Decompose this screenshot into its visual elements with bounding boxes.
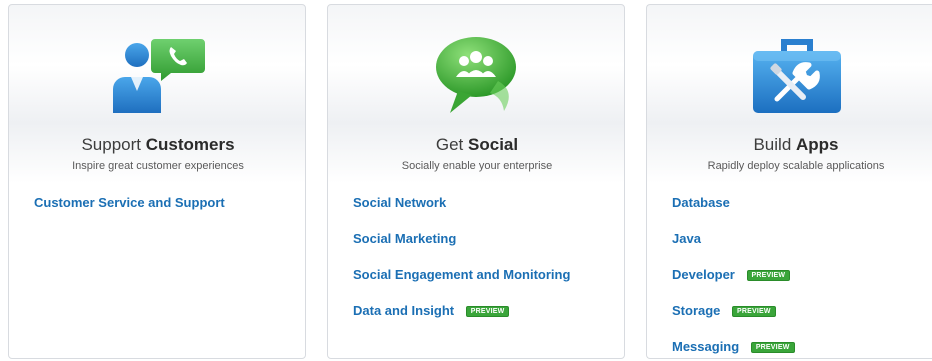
link-storage[interactable]: Storage PREVIEW xyxy=(672,303,776,318)
preview-badge: PREVIEW xyxy=(746,270,791,281)
preview-badge: PREVIEW xyxy=(465,306,510,317)
link-data-insight[interactable]: Data and Insight PREVIEW xyxy=(353,303,510,318)
card-subtitle: Socially enable your enterprise xyxy=(401,160,553,172)
link-social-engagement[interactable]: Social Engagement and Monitoring xyxy=(353,267,570,282)
toolbox-icon xyxy=(647,33,932,123)
link-social-marketing[interactable]: Social Marketing xyxy=(353,231,456,246)
link-label: Customer Service and Support xyxy=(34,195,225,210)
card-title-prefix: Build xyxy=(753,135,792,154)
link-label: Social Network xyxy=(353,195,447,210)
card-title-bold: Apps xyxy=(796,135,839,154)
link-label: Java xyxy=(672,231,701,246)
link-label: Social Engagement and Monitoring xyxy=(353,267,571,282)
card-build-apps: Build Apps Rapidly deploy scalable appli… xyxy=(646,4,932,359)
card-support-customers: Support Customers Inspire great customer… xyxy=(8,4,306,359)
link-database[interactable]: Database xyxy=(672,195,730,210)
link-social-network[interactable]: Social Network xyxy=(353,195,446,210)
link-label: Database xyxy=(672,195,730,210)
link-label: Storage xyxy=(672,303,721,318)
link-developer[interactable]: Developer PREVIEW xyxy=(672,267,791,282)
card-title: Build Apps xyxy=(647,135,932,155)
card-get-social: Get Social Socially enable your enterpri… xyxy=(327,4,625,359)
link-label: Developer xyxy=(672,267,735,282)
link-java[interactable]: Java xyxy=(672,231,701,246)
social-bubble-icon xyxy=(328,33,624,123)
link-label: Social Marketing xyxy=(353,231,457,246)
preview-badge: PREVIEW xyxy=(750,342,795,353)
card-subtitle: Inspire great customer experiences xyxy=(72,160,244,172)
card-title-prefix: Get xyxy=(435,135,464,154)
card-title: Get Social xyxy=(328,135,626,155)
card-subtitle: Rapidly deploy scalable applications xyxy=(707,160,885,172)
link-messaging[interactable]: Messaging PREVIEW xyxy=(672,339,795,354)
link-customer-service[interactable]: Customer Service and Support xyxy=(34,195,225,210)
card-title-bold: Customers xyxy=(145,135,235,154)
preview-badge: PREVIEW xyxy=(732,306,776,317)
card-title: Support Customers xyxy=(9,135,307,155)
person-phone-icon xyxy=(9,33,305,123)
link-label: Messaging xyxy=(672,339,740,354)
card-title-bold: Social xyxy=(468,135,519,154)
card-title-prefix: Support xyxy=(81,135,141,154)
link-label: Data and Insight xyxy=(353,303,455,318)
